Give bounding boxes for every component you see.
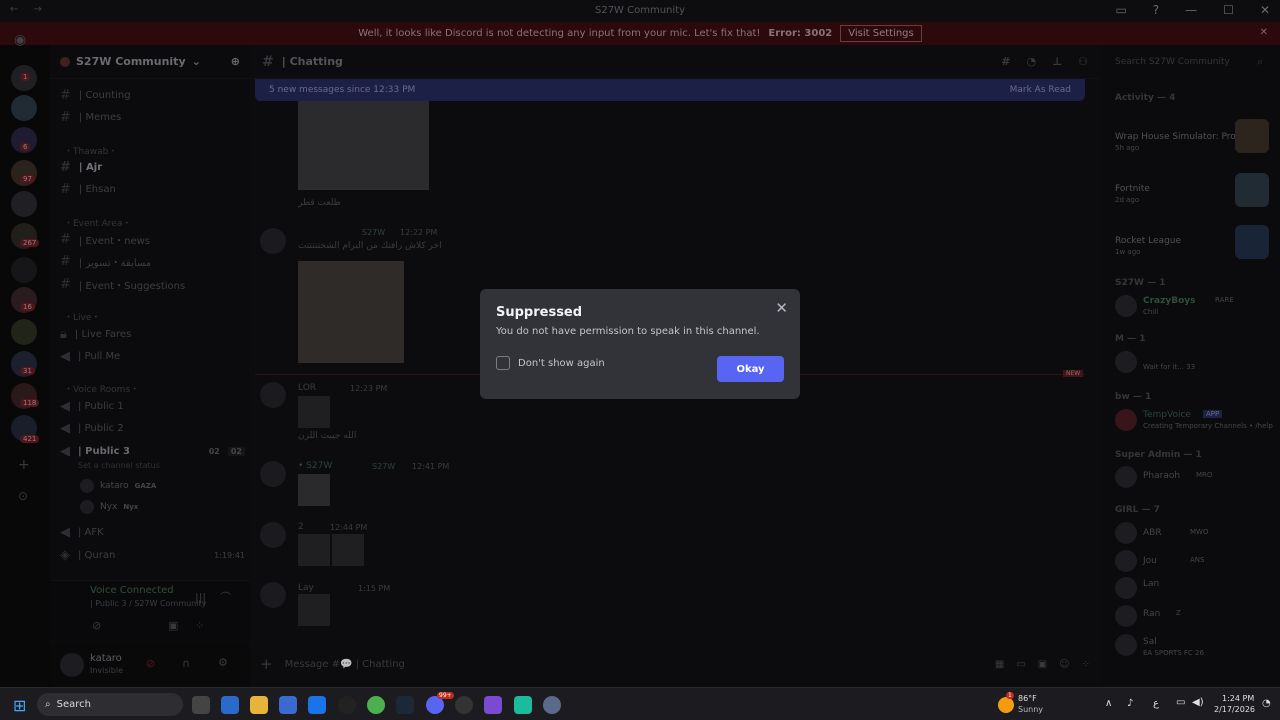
language-indicator[interactable]: ع (1153, 698, 1159, 709)
steam-icon[interactable] (396, 696, 414, 714)
mic-tray-icon[interactable]: ♪ (1127, 698, 1133, 709)
search-icon: ⌕ (45, 699, 51, 710)
search-label: Search (56, 699, 91, 710)
taskbar-search[interactable]: ⌕ Search (37, 693, 183, 716)
game-app-icon[interactable] (484, 696, 502, 714)
weather-desc: Sunny (1018, 705, 1044, 714)
dialog-body: You do not have permission to speak in t… (496, 326, 760, 337)
close-icon[interactable]: ✕ (775, 299, 788, 317)
tray-chevron-icon[interactable]: ∧ (1105, 698, 1112, 709)
store-icon[interactable] (221, 696, 239, 714)
suppressed-dialog: Suppressed You do not have permission to… (480, 289, 800, 399)
active-app-icon[interactable] (455, 696, 473, 714)
ms-store-icon[interactable] (279, 696, 297, 714)
clock-date[interactable]: 2/17/2026 (1214, 705, 1255, 714)
settings-app-icon[interactable] (338, 696, 356, 714)
dont-show-again-row[interactable]: Don't show again (496, 356, 605, 370)
windows-start-icon[interactable]: ⊞ (13, 696, 26, 715)
dialog-title: Suppressed (496, 305, 583, 320)
file-explorer-icon[interactable] (250, 696, 268, 714)
outlook-icon[interactable] (308, 696, 326, 714)
app-icon[interactable] (514, 696, 532, 714)
weather-icon[interactable] (998, 697, 1014, 713)
task-view-icon[interactable] (192, 696, 210, 714)
okay-button[interactable]: Okay (717, 356, 784, 382)
checkbox-label: Don't show again (518, 357, 605, 369)
app-icon[interactable] (543, 696, 561, 714)
clock-time[interactable]: 1:24 PM (1222, 694, 1254, 703)
weather-badge: 1 (1006, 692, 1014, 699)
network-icon[interactable]: ▭ (1176, 697, 1185, 708)
chrome-icon[interactable] (367, 696, 385, 714)
notification-bell-icon[interactable]: ◔ (1262, 698, 1271, 709)
windows-taskbar: ⊞ ⌕ Search 99+ 1 86°F Sunny ∧ ♪ ع ▭ ◀) 1:… (0, 687, 1280, 720)
volume-icon[interactable]: ◀) (1192, 697, 1204, 708)
discord-badge: 99+ (437, 692, 454, 699)
weather-temp: 86°F (1018, 694, 1037, 703)
dont-show-again-checkbox[interactable] (496, 356, 510, 370)
